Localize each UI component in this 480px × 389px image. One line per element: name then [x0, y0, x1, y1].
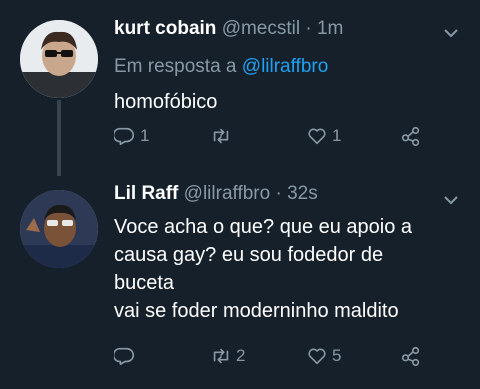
- like-count: 5: [332, 346, 342, 365]
- reply-context: Em resposta a @lilraffbro: [114, 56, 328, 78]
- tweet-reply[interactable]: kurt cobain @mecstil · 1m Em resposta a …: [0, 0, 480, 178]
- tweet-text-line: vai se foder moderninho maldito: [114, 300, 399, 322]
- display-name[interactable]: kurt cobain: [114, 18, 216, 39]
- user-handle[interactable]: @lilraffbro: [184, 183, 271, 204]
- retweet-icon: [213, 128, 229, 144]
- like-count: 1: [332, 126, 342, 145]
- tweet-actions: 1 1: [114, 124, 444, 148]
- share-button[interactable]: [400, 344, 422, 368]
- user-handle[interactable]: @mecstil: [222, 18, 300, 39]
- reply-button[interactable]: [114, 344, 140, 368]
- reply-prefix: Em resposta a: [114, 56, 237, 77]
- comment-bubble-icon: [114, 127, 135, 146]
- thread-line: [57, 100, 61, 176]
- chevron-down-icon[interactable]: [442, 24, 460, 42]
- comment-bubble-icon: [114, 347, 135, 366]
- tweet-text-line: buceta: [114, 272, 175, 294]
- share-icon: [401, 126, 420, 146]
- avatar[interactable]: [20, 20, 98, 98]
- separator-dot: ·: [305, 18, 312, 39]
- chevron-down-icon[interactable]: [442, 191, 460, 209]
- tweet-text-line: homofóbico: [114, 91, 218, 113]
- separator-dot: ·: [275, 183, 282, 204]
- tweet-text-line: Voce acha o que? que eu apoio a: [114, 216, 413, 238]
- retweet-button[interactable]: 2: [210, 344, 245, 368]
- heart-icon: [308, 348, 326, 365]
- timestamp[interactable]: 32s: [287, 183, 318, 204]
- tweet-text: Voce acha o que? que eu apoio a causa ga…: [114, 213, 464, 325]
- heart-icon: [308, 128, 326, 145]
- share-button[interactable]: [400, 124, 422, 148]
- reply-mention-link[interactable]: @lilraffbro: [242, 56, 329, 77]
- retweet-count: 2: [236, 346, 246, 365]
- reply-button[interactable]: 1: [114, 124, 149, 148]
- retweet-icon: [213, 348, 229, 364]
- tweet-header: Lil Raff @lilraffbro · 32s: [114, 183, 318, 205]
- like-button[interactable]: 5: [306, 344, 341, 368]
- tweet-actions: 2 5: [114, 344, 444, 368]
- tweet-header: kurt cobain @mecstil · 1m: [114, 18, 343, 40]
- like-button[interactable]: 1: [306, 124, 341, 148]
- display-name[interactable]: Lil Raff: [114, 183, 178, 204]
- tweet-text: homofóbico: [114, 88, 217, 116]
- tweet-text-line: causa gay? eu sou fodedor de: [114, 244, 384, 266]
- retweet-button[interactable]: [210, 124, 236, 148]
- tweet[interactable]: Lil Raff @lilraffbro · 32s Voce acha o q…: [0, 178, 480, 389]
- timestamp[interactable]: 1m: [317, 18, 343, 39]
- share-icon: [401, 346, 420, 366]
- avatar[interactable]: [20, 190, 98, 268]
- reply-count: 1: [140, 126, 150, 145]
